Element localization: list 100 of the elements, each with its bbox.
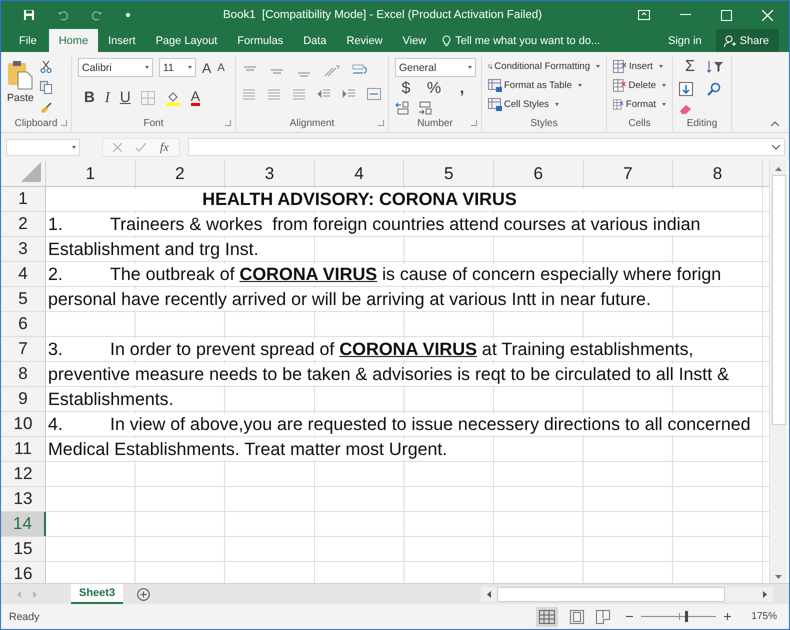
- zoom-slider[interactable]: [641, 611, 716, 622]
- italic-button[interactable]: I: [104, 90, 110, 106]
- zoom-out-icon[interactable]: [626, 613, 634, 620]
- font-size-field[interactable]: 11: [159, 58, 196, 77]
- ribbon-tab[interactable]: Page Layout: [146, 29, 228, 52]
- cells-button[interactable]: Delete: [613, 77, 666, 94]
- brush-icon[interactable]: [40, 102, 52, 114]
- scissors-icon[interactable]: [40, 60, 52, 73]
- shrink-font-button[interactable]: A: [217, 60, 225, 76]
- orientation-icon[interactable]: [323, 64, 341, 78]
- align-icon[interactable]: [292, 88, 306, 100]
- increase-decimal-icon[interactable]: [395, 101, 411, 115]
- column-header[interactable]: 7: [584, 161, 674, 186]
- number-format-field[interactable]: General: [395, 58, 476, 77]
- scroll-up-icon[interactable]: [775, 167, 782, 171]
- page-break-view-icon[interactable]: [596, 610, 610, 624]
- row-header[interactable]: 5: [1, 287, 46, 311]
- row-header[interactable]: 11: [1, 437, 46, 461]
- increase-indent-icon[interactable]: [342, 88, 356, 100]
- maximize-icon[interactable]: [721, 10, 732, 20]
- ribbon-tab[interactable]: Formulas: [227, 29, 294, 52]
- scroll-right-icon[interactable]: [763, 590, 767, 598]
- scroll-down-icon[interactable]: [775, 575, 782, 579]
- column-header[interactable]: 1: [46, 161, 136, 186]
- enter-icon[interactable]: [136, 142, 146, 152]
- column-header[interactable]: 5: [404, 161, 494, 186]
- column-header[interactable]: 3: [225, 161, 315, 186]
- font-name-field[interactable]: Calibri: [78, 58, 153, 77]
- customize-icon[interactable]: [125, 12, 131, 18]
- zoom-slider-thumb[interactable]: [685, 611, 688, 622]
- dialog-launcher-icon[interactable]: [61, 120, 67, 126]
- decrease-indent-icon[interactable]: [317, 88, 331, 100]
- dialog-launcher-icon[interactable]: [225, 120, 231, 126]
- copy-icon[interactable]: [40, 81, 52, 94]
- currency-button[interactable]: $: [395, 81, 417, 97]
- percent-button[interactable]: %: [423, 81, 445, 97]
- ribbon-tab[interactable]: View: [392, 29, 436, 52]
- minimize-icon[interactable]: [680, 14, 691, 16]
- row-header[interactable]: 9: [1, 387, 46, 411]
- ribbon-tab[interactable]: File: [1, 29, 49, 52]
- ribbon-display-icon[interactable]: [638, 10, 650, 20]
- horizontal-scrollbar[interactable]: [481, 586, 773, 602]
- autosum-button[interactable]: Σ: [679, 58, 701, 75]
- insert-function-button[interactable]: fx: [160, 140, 169, 154]
- close-icon[interactable]: [762, 10, 773, 20]
- share-button[interactable]: Share: [716, 29, 779, 52]
- scroll-left-icon[interactable]: [487, 590, 491, 598]
- row-header[interactable]: 13: [1, 487, 46, 511]
- row-header[interactable]: 14: [1, 512, 46, 536]
- merge-icon[interactable]: [367, 88, 381, 100]
- row-header[interactable]: 8: [1, 362, 46, 386]
- undo-icon[interactable]: [57, 9, 69, 21]
- decrease-decimal-icon[interactable]: [417, 101, 433, 115]
- sheet-tab[interactable]: Sheet3: [71, 584, 124, 604]
- ribbon-tab[interactable]: Data: [293, 29, 336, 52]
- formula-field[interactable]: [188, 138, 785, 156]
- cells-button[interactable]: Insert: [613, 58, 666, 75]
- search-icon[interactable]: [707, 82, 721, 96]
- row-header[interactable]: 1: [1, 187, 46, 211]
- tell-me-field[interactable]: Tell me what you want to do...: [442, 29, 606, 52]
- sort-filter-icon[interactable]: [707, 60, 725, 74]
- dialog-launcher-icon[interactable]: [378, 120, 384, 126]
- styles-button[interactable]: Cell Styles: [488, 96, 600, 113]
- font-color-button[interactable]: A: [190, 89, 200, 106]
- row-header[interactable]: 16: [1, 562, 46, 583]
- vertical-scrollbar[interactable]: [769, 161, 787, 583]
- row-header[interactable]: 7: [1, 337, 46, 361]
- column-header[interactable]: 8: [673, 161, 763, 186]
- column-header[interactable]: 4: [314, 161, 404, 186]
- cells-button[interactable]: Format: [613, 96, 666, 113]
- redo-icon[interactable]: [91, 9, 103, 21]
- ribbon-tab[interactable]: Home: [48, 29, 98, 52]
- sign-in-link[interactable]: Sign in: [654, 29, 716, 52]
- row-header[interactable]: 15: [1, 537, 46, 561]
- bold-button[interactable]: B: [84, 90, 95, 106]
- collapse-ribbon-icon[interactable]: [771, 121, 779, 126]
- row-header[interactable]: 3: [1, 237, 46, 261]
- column-header[interactable]: 2: [136, 161, 226, 186]
- styles-button[interactable]: Format as Table: [488, 77, 600, 94]
- expand-icon[interactable]: [772, 144, 780, 150]
- fill-color-icon[interactable]: [164, 90, 181, 106]
- page-layout-view-icon[interactable]: [570, 610, 584, 624]
- fill-down-icon[interactable]: [679, 82, 693, 96]
- styles-button[interactable]: Conditional Formatting: [488, 58, 600, 75]
- underline-button[interactable]: U: [120, 90, 131, 106]
- add-sheet-icon[interactable]: [137, 588, 150, 600]
- save-icon[interactable]: [23, 9, 35, 21]
- column-header[interactable]: 6: [494, 161, 584, 186]
- align-icon[interactable]: [267, 88, 281, 100]
- row-header[interactable]: 10: [1, 412, 46, 436]
- row-header[interactable]: 4: [1, 262, 46, 286]
- row-header[interactable]: 2: [1, 212, 46, 236]
- comma-button[interactable]: ,: [451, 81, 473, 97]
- grow-font-button[interactable]: A: [202, 60, 212, 76]
- zoom-level[interactable]: 175%: [751, 611, 777, 622]
- zoom-in-icon[interactable]: [724, 613, 732, 620]
- cancel-icon[interactable]: [113, 142, 122, 152]
- row-header[interactable]: 6: [1, 312, 46, 336]
- ribbon-tab[interactable]: Insert: [98, 29, 146, 52]
- ribbon-tab[interactable]: Review: [336, 29, 393, 52]
